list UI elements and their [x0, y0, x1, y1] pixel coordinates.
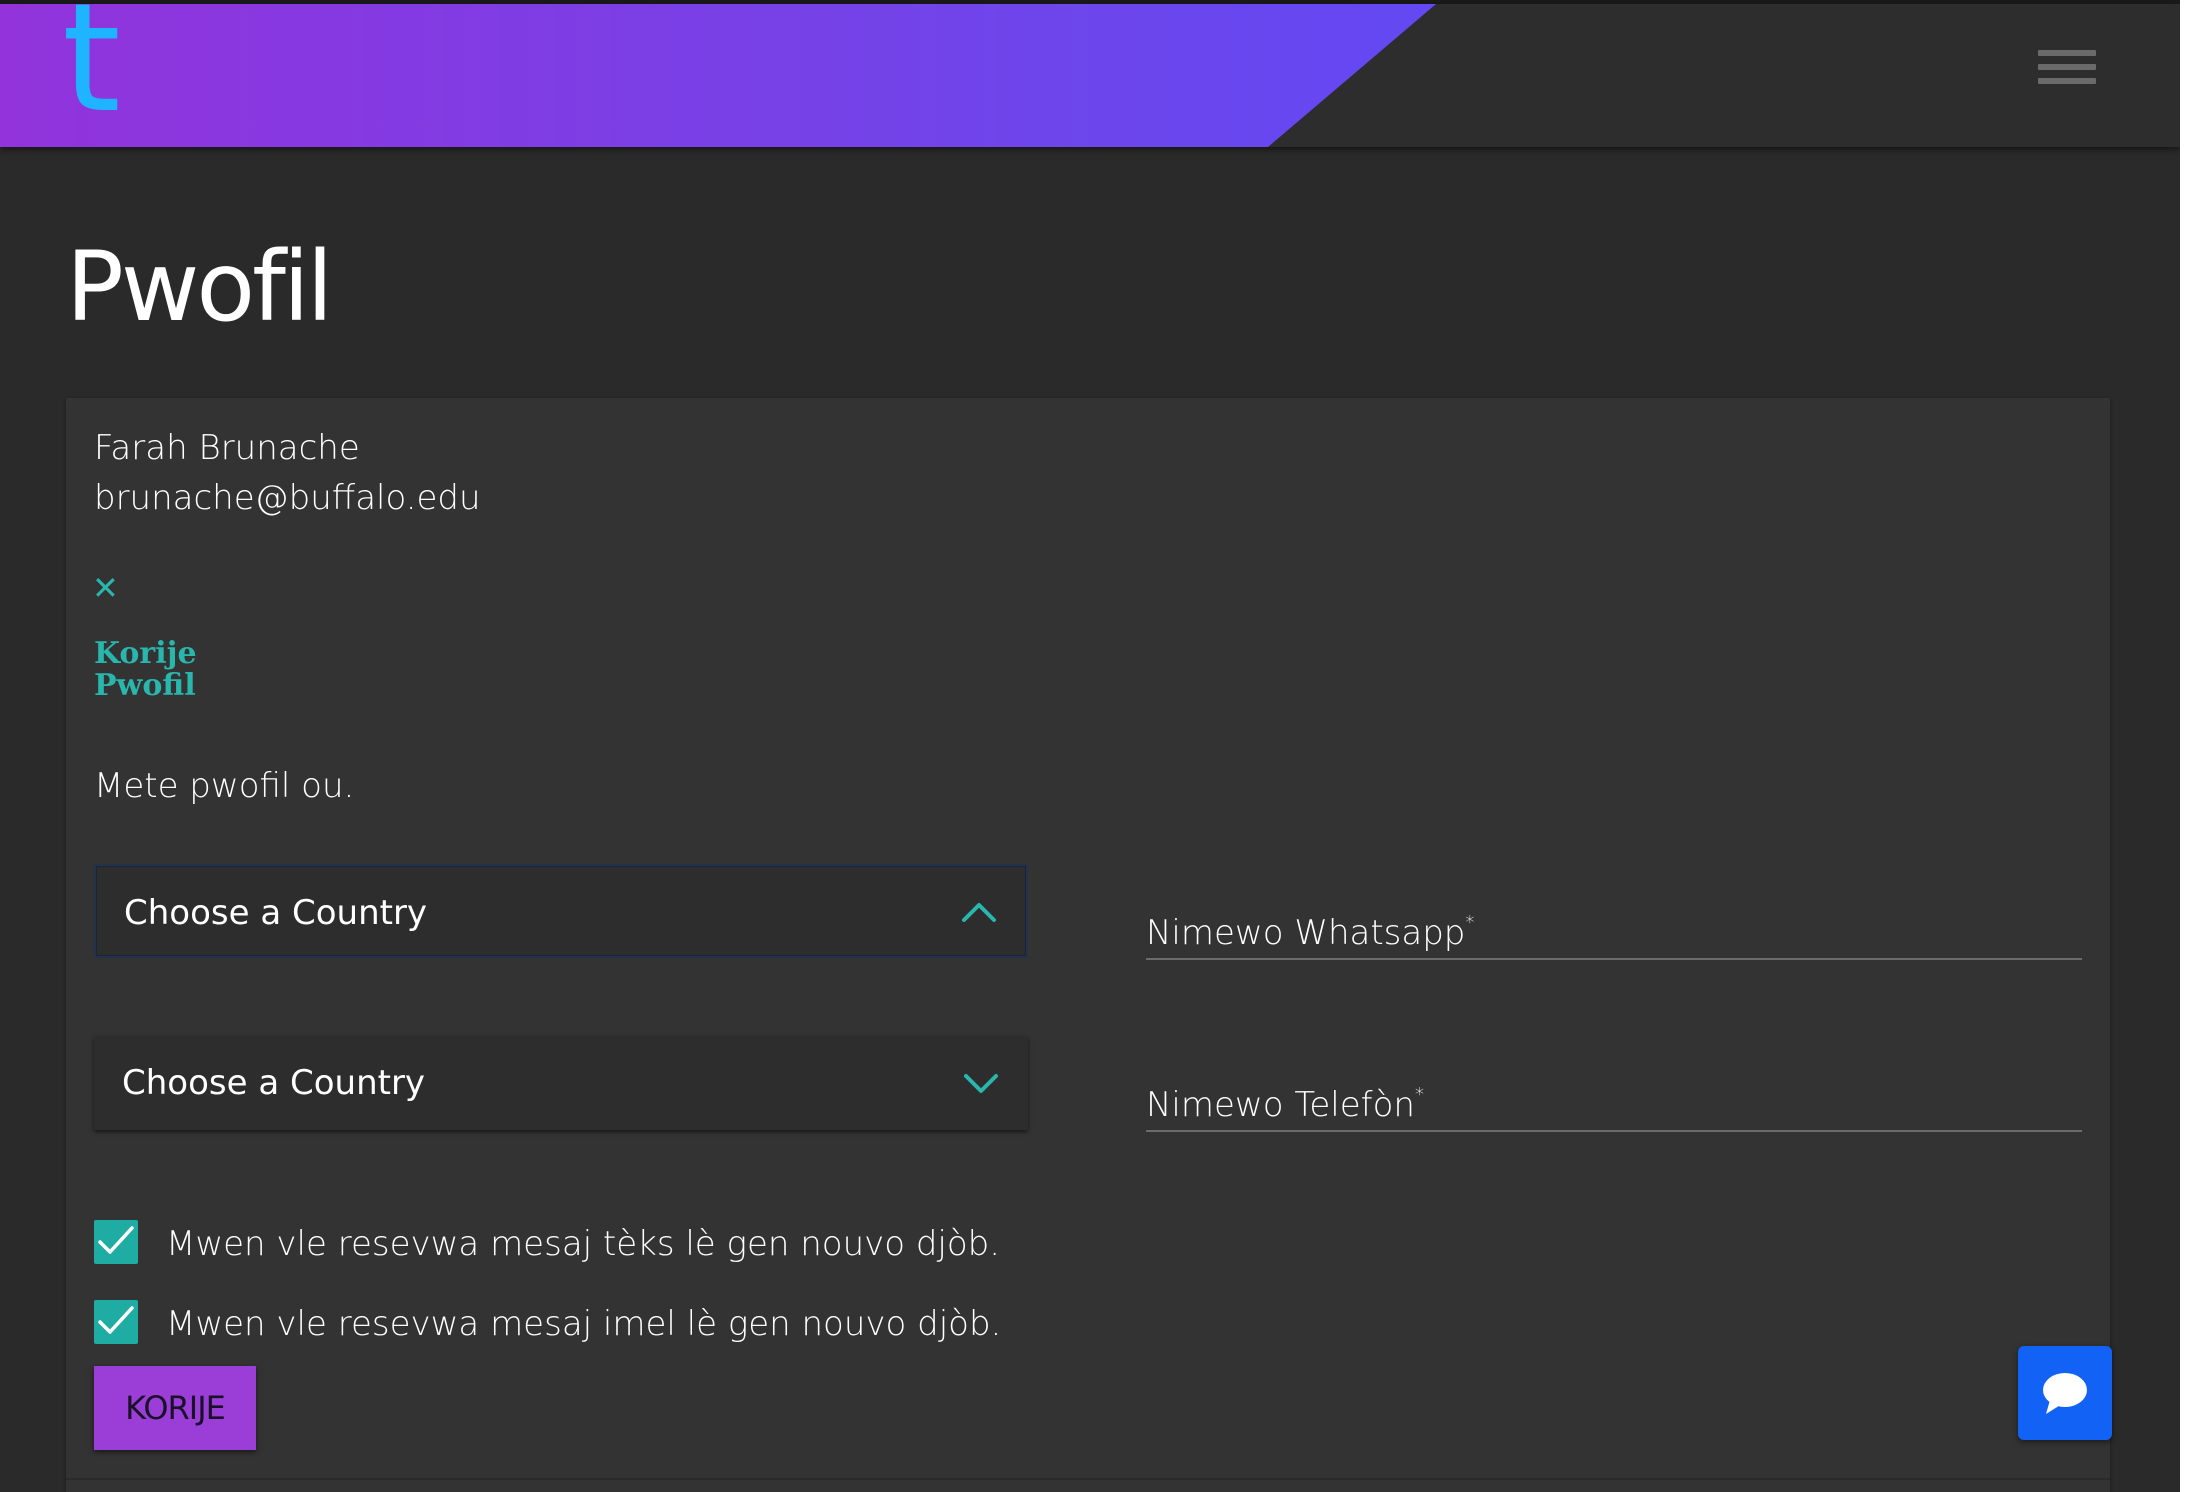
whatsapp-number-field[interactable]: Nimewo Whatsapp*	[1146, 898, 2082, 960]
checkmark-icon	[98, 1306, 134, 1334]
chevron-up-icon	[962, 903, 996, 922]
email-alerts-checkbox[interactable]	[94, 1300, 138, 1344]
chat-button[interactable]	[2018, 1346, 2112, 1440]
edit-profile-title: Korije Pwofil	[94, 636, 197, 703]
whatsapp-field-label: Nimewo Whatsapp*	[1146, 912, 1474, 953]
profile-card: Farah Brunache brunache@buffalo.edu ✕ Ko…	[66, 398, 2110, 1492]
phone-label-text: Nimewo Telefòn	[1146, 1085, 1415, 1125]
country-select-phone[interactable]: Choose a Country	[94, 1036, 1028, 1130]
email-alerts-label: Mwen vle resevwa mesaj imel lè gen nouvo…	[166, 1304, 1002, 1344]
hamburger-menu-icon[interactable]	[2026, 50, 2106, 100]
required-mark: *	[1465, 912, 1475, 933]
card-divider	[66, 1478, 2110, 1480]
page-title: Pwofil	[66, 231, 333, 343]
text-alerts-label: Mwen vle resevwa mesaj tèks lè gen nouvo…	[166, 1224, 1001, 1264]
save-profile-button[interactable]: KORIJE	[94, 1366, 256, 1450]
window-edge	[2180, 0, 2186, 1492]
phone-field-label: Nimewo Telefòn*	[1146, 1084, 1424, 1125]
edit-intro-text: Mete pwofil ou.	[94, 766, 355, 806]
user-email: brunache@buffalo.edu	[94, 478, 481, 518]
chat-bubble-icon	[2043, 1373, 2087, 1414]
whatsapp-label-text: Nimewo Whatsapp	[1146, 913, 1466, 953]
country-select-whatsapp[interactable]: Choose a Country	[94, 864, 1028, 958]
chevron-down-icon	[964, 1074, 998, 1093]
header-gradient-band	[0, 4, 1436, 147]
top-header: t	[0, 0, 2180, 147]
close-icon[interactable]: ✕	[92, 572, 122, 604]
user-name: Farah Brunache	[94, 428, 360, 468]
brand-logo[interactable]: t	[62, 0, 121, 134]
text-alerts-checkbox[interactable]	[94, 1220, 138, 1264]
country-select-label: Choose a Country	[124, 893, 428, 933]
country-select-label: Choose a Country	[122, 1063, 426, 1103]
app-frame: t Pwofil Farah Brunache brunache@buffalo…	[0, 0, 2180, 1492]
phone-number-field[interactable]: Nimewo Telefòn*	[1146, 1070, 2082, 1132]
checkmark-icon	[98, 1226, 134, 1254]
required-mark: *	[1414, 1084, 1424, 1105]
